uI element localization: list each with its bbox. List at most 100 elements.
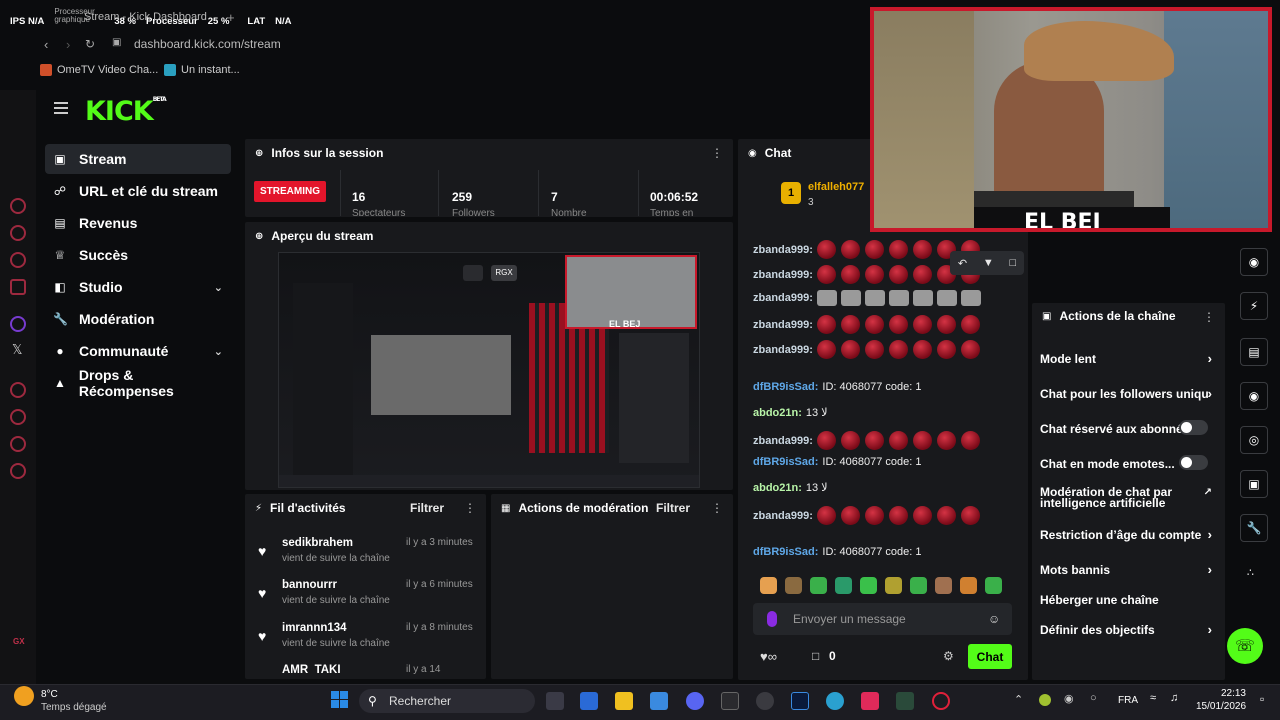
channel-action-item[interactable]: Définir des objectifs › bbox=[1040, 622, 1218, 637]
sidebar-item-stream[interactable]: ▣ Stream bbox=[45, 144, 231, 174]
trash-icon[interactable]: □ bbox=[1009, 257, 1016, 269]
widget-icon[interactable] bbox=[10, 279, 26, 295]
sidebar-item-moderation[interactable]: 🔧 Modération bbox=[45, 304, 231, 334]
clock-time[interactable]: 22:13 bbox=[1196, 688, 1246, 699]
sidebar-item-url[interactable]: ☍ URL et clé du stream bbox=[45, 176, 231, 206]
send-chat-button[interactable]: Chat bbox=[968, 644, 1012, 669]
filter-button[interactable]: Filtrer bbox=[656, 501, 690, 515]
broadcast-icon[interactable]: ◎ bbox=[1240, 426, 1268, 454]
emote-picker-icon[interactable] bbox=[860, 577, 877, 594]
bookmark-ometv[interactable]: OmeTV Video Cha... bbox=[40, 64, 158, 76]
settings-icon[interactable] bbox=[10, 463, 26, 479]
channel-action-item[interactable]: Restriction d’âge du compte › bbox=[1040, 527, 1218, 542]
pinned-user[interactable]: elfalleh077 bbox=[808, 181, 864, 193]
channel-action-item[interactable]: Modération de chat par intelligence arti… bbox=[1040, 486, 1218, 509]
channel-action-item[interactable]: Chat en mode emotes... bbox=[1040, 455, 1218, 471]
emoji-icon[interactable]: ☺ bbox=[988, 612, 1000, 626]
emote-picker-icon[interactable] bbox=[960, 577, 977, 594]
capture-icon[interactable] bbox=[10, 198, 26, 214]
channel-action-item[interactable]: Chat pour les followers uniqu › bbox=[1040, 386, 1218, 401]
video-icon[interactable]: ▣ bbox=[1240, 470, 1268, 498]
wrench-icon[interactable]: 🔧 bbox=[1240, 514, 1268, 542]
camera-icon[interactable]: ◉ bbox=[1240, 248, 1268, 276]
volume-icon[interactable]: ♫ bbox=[1170, 692, 1178, 704]
bolt-icon[interactable]: ⚡ bbox=[1240, 292, 1268, 320]
edge-icon[interactable] bbox=[826, 692, 844, 710]
notification-icon[interactable]: ▫ bbox=[1260, 692, 1264, 706]
emote-picker-icon[interactable] bbox=[935, 577, 952, 594]
chat-username[interactable]: dfBR9isSad: bbox=[753, 546, 818, 558]
reload-icon[interactable]: ↻ bbox=[85, 37, 95, 51]
emote-picker-icon[interactable] bbox=[810, 577, 827, 594]
reply-icon[interactable]: ↶ bbox=[958, 257, 967, 270]
tray-app-icon[interactable] bbox=[1039, 694, 1051, 706]
more-dots-icon[interactable]: ∴ bbox=[1247, 566, 1254, 579]
chat-username[interactable]: zbanda999: bbox=[753, 244, 813, 256]
toggle-switch[interactable] bbox=[1179, 455, 1208, 470]
clock-icon[interactable] bbox=[10, 409, 26, 425]
mic-tray-icon[interactable]: ○ bbox=[1090, 692, 1097, 704]
language-indicator[interactable]: FRA bbox=[1118, 695, 1138, 706]
emote-picker-icon[interactable] bbox=[885, 577, 902, 594]
emote-picker-icon[interactable] bbox=[785, 577, 802, 594]
steam-icon[interactable] bbox=[756, 692, 774, 710]
chat-username[interactable]: abdo21n: bbox=[753, 482, 802, 494]
menu-icon[interactable] bbox=[54, 102, 68, 114]
windows-start-icon[interactable] bbox=[331, 691, 348, 708]
channel-action-item[interactable]: Mots bannis › bbox=[1040, 562, 1218, 577]
emote-picker-icon[interactable] bbox=[985, 577, 1002, 594]
chevron-up-icon[interactable]: ⌃ bbox=[1014, 693, 1023, 706]
audio-icon[interactable] bbox=[10, 225, 26, 241]
chat-username[interactable]: abdo21n: bbox=[753, 407, 802, 419]
store-icon[interactable] bbox=[650, 692, 668, 710]
chat-input[interactable]: Envoyer un message bbox=[753, 603, 1012, 635]
channel-action-item[interactable]: Mode lent › bbox=[1040, 351, 1218, 366]
wifi-icon[interactable]: ≈ bbox=[1150, 692, 1156, 704]
twitch-icon[interactable] bbox=[10, 316, 26, 332]
performance-icon[interactable] bbox=[10, 252, 26, 268]
mic-icon[interactable] bbox=[767, 611, 777, 627]
chat-username[interactable]: zbanda999: bbox=[753, 319, 813, 331]
chat-username[interactable]: zbanda999: bbox=[753, 344, 813, 356]
emote-picker-icon[interactable] bbox=[835, 577, 852, 594]
sidebar-item-drops[interactable]: ▲ Drops & Récompenses bbox=[45, 367, 231, 399]
chat-username[interactable]: zbanda999: bbox=[753, 269, 813, 281]
address-bar[interactable]: dashboard.kick.com/stream bbox=[134, 37, 281, 51]
sidebar-item-succes[interactable]: ♕ Succès bbox=[45, 240, 231, 270]
bookmark-uninstant[interactable]: Un instant... bbox=[164, 64, 240, 76]
tiktok-icon[interactable] bbox=[861, 692, 879, 710]
sidebar-item-revenus[interactable]: ▤ Revenus bbox=[45, 208, 231, 238]
x-icon[interactable]: 𝕏 bbox=[12, 342, 22, 358]
chat-icon[interactable]: ◉ bbox=[1240, 382, 1268, 410]
toggle-switch[interactable] bbox=[1179, 420, 1208, 435]
tab-title[interactable]: Stream - Kick Dashboard bbox=[84, 11, 207, 23]
gx-icon[interactable]: GX bbox=[13, 637, 25, 646]
chat-username[interactable]: dfBR9isSad: bbox=[753, 381, 818, 393]
channel-action-item[interactable]: Héberger une chaîne bbox=[1040, 593, 1218, 607]
sidebar-item-communaute[interactable]: ● Communauté ⌄ bbox=[45, 336, 231, 366]
kick-logo[interactable]: KICKBETA bbox=[85, 96, 167, 127]
gift-icon[interactable]: □ bbox=[812, 649, 819, 663]
stream-preview[interactable]: RGX EL BEJ bbox=[278, 252, 700, 488]
epic-icon[interactable] bbox=[721, 692, 739, 710]
chat-username[interactable]: dfBR9isSad: bbox=[753, 456, 818, 468]
xbox-icon[interactable] bbox=[10, 436, 26, 452]
photoshop-icon[interactable] bbox=[791, 692, 809, 710]
pin-icon[interactable]: ▼ bbox=[983, 257, 994, 269]
chat-username[interactable]: zbanda999: bbox=[753, 435, 813, 447]
explorer-icon[interactable] bbox=[615, 692, 633, 710]
back-icon[interactable]: ‹ bbox=[44, 37, 48, 52]
more-icon[interactable]: ⋮ bbox=[711, 501, 723, 515]
sidebar-item-studio[interactable]: ◧ Studio ⌄ bbox=[45, 272, 231, 302]
document-icon[interactable]: ▤ bbox=[1240, 338, 1268, 366]
widgets-icon[interactable] bbox=[580, 692, 598, 710]
discord-icon[interactable] bbox=[686, 692, 704, 710]
emote-picker-icon[interactable] bbox=[910, 577, 927, 594]
taskview-icon[interactable] bbox=[546, 692, 564, 710]
support-icon[interactable]: ☏ bbox=[1227, 628, 1263, 664]
more-icon[interactable]: ⋮ bbox=[711, 146, 723, 160]
tray-muted-icon[interactable]: ◉ bbox=[1064, 692, 1074, 705]
chat-username[interactable]: zbanda999: bbox=[753, 510, 813, 522]
chat-username[interactable]: zbanda999: bbox=[753, 292, 813, 304]
more-icon[interactable]: ⋮ bbox=[464, 501, 476, 515]
